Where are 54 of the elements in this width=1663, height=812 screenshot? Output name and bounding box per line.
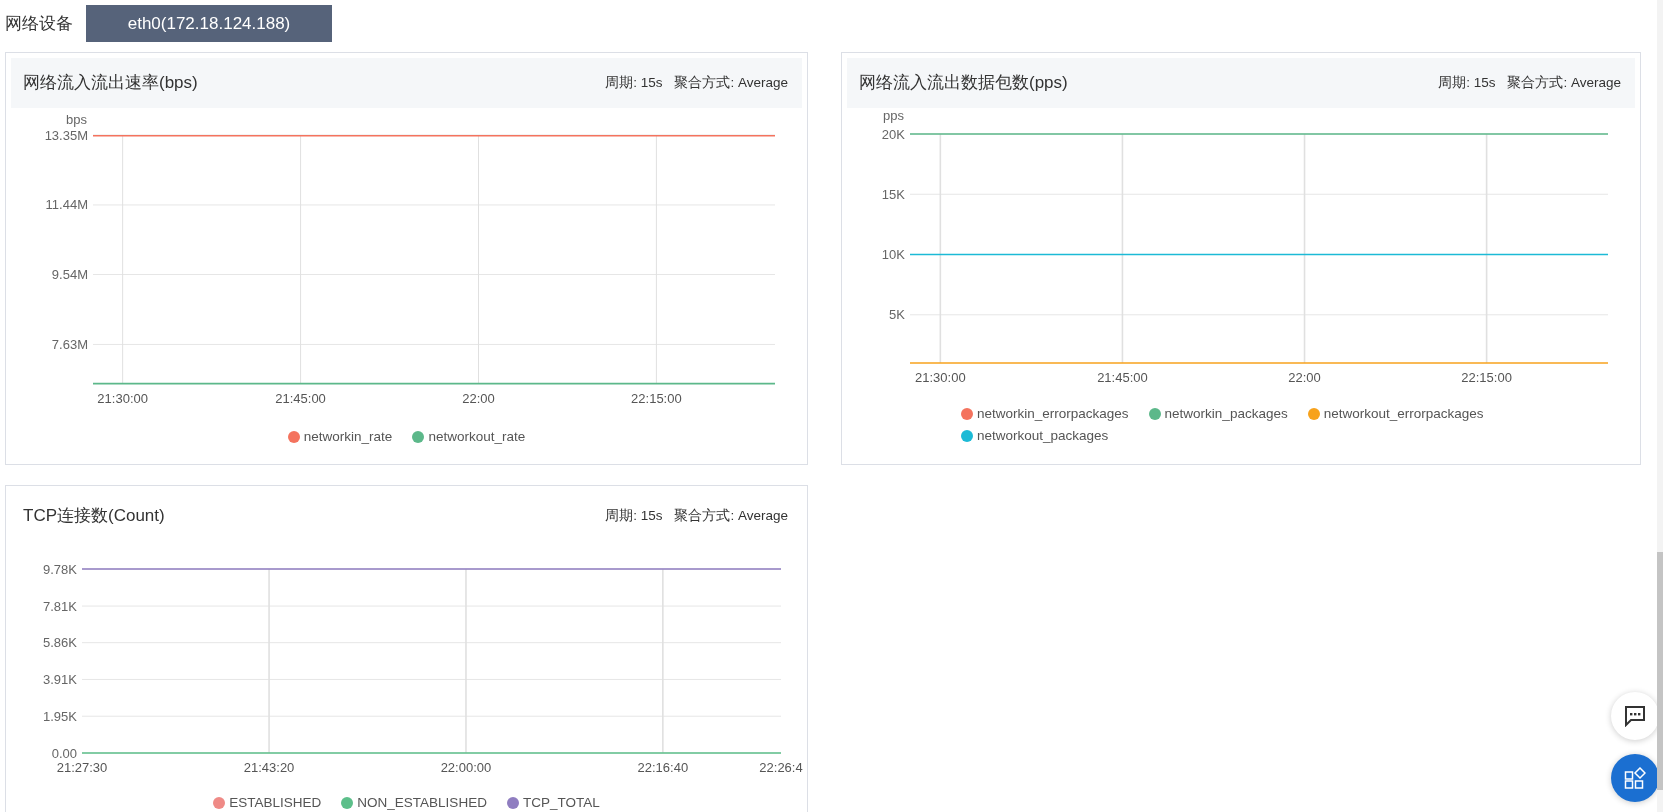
y-tick-label: 1.95K [43,708,77,724]
x-tick-label: 22:00:00 [440,760,492,775]
chart-title: 网络流入流出速率(bps) [23,72,198,95]
x-tick-label: 21:43:20 [243,760,295,775]
x-tick-label: 21:30:00 [915,370,966,385]
legend-label[interactable]: ESTABLISHED [229,793,322,812]
x-tick-label: 22:15:00 [1461,370,1512,385]
x-tick-label: 21:27:30 [56,760,108,775]
legend-label[interactable]: networkin_rate [303,427,393,448]
y-tick-label: 7.63M [51,336,88,352]
chat-button[interactable] [1611,692,1659,740]
legend-label[interactable]: TCP_TOTAL [522,793,600,812]
y-tick-label: 3.91K [43,671,77,687]
x-tick-label: 22:16:40 [637,760,689,775]
x-tick-label: 22:26:4 [759,760,803,775]
device-selector[interactable]: eth0(172.18.124.188) [86,5,332,42]
y-tick-label: 11.44M [45,197,88,213]
period-label: 周期: 15s [1438,73,1496,92]
y-tick-label: 5K [889,307,905,323]
x-tick-label: 22:00 [462,391,495,406]
x-tick-label: 21:45:00 [1097,370,1148,385]
legend-label[interactable]: networkout_errorpackages [1323,404,1484,425]
legend-label[interactable]: NON_ESTABLISHED [357,793,487,812]
x-tick-label: 21:45:00 [275,391,326,406]
y-tick-label: 10K [881,247,905,263]
y-tick-label: 20K [881,126,905,142]
x-tick-label: 22:00 [1288,370,1321,385]
scrollbar-thumb[interactable] [1657,552,1663,790]
period-label: 周期: 15s [605,506,663,525]
y-tick-label: 13.35M [44,127,88,143]
y-tick-label: 15K [881,186,905,202]
legend-label[interactable]: networkin_errorpackages [977,404,1129,425]
y-tick-label: 7.81K [43,598,77,614]
legend-label[interactable]: networkout_rate [428,427,526,448]
y-tick-label: 5.86K [43,635,77,651]
device-label: 网络设备 [5,12,74,35]
aggregation-label: 聚合方式: Average [674,506,788,525]
apps-button[interactable] [1611,754,1659,802]
aggregation-label: 聚合方式: Average [674,73,788,92]
legend-label[interactable]: networkin_packages [1164,404,1288,425]
y-tick-label: 0.00 [51,745,77,761]
apps-icon [1624,767,1646,789]
axis-unit: pps [883,108,904,123]
x-tick-label: 21:30:00 [97,391,148,406]
aggregation-label: 聚合方式: Average [1507,73,1621,92]
chat-icon [1624,705,1646,727]
y-tick-label: 9.54M [51,267,88,282]
y-tick-label: 9.78K [43,561,77,577]
x-tick-label: 22:15:00 [631,391,682,406]
legend-label[interactable]: networkout_packages [977,426,1109,447]
period-label: 周期: 15s [605,73,663,92]
chart-title: TCP连接数(Count) [23,505,165,528]
axis-unit: bps [66,112,87,127]
chart-title: 网络流入流出数据包数(pps) [859,72,1068,95]
